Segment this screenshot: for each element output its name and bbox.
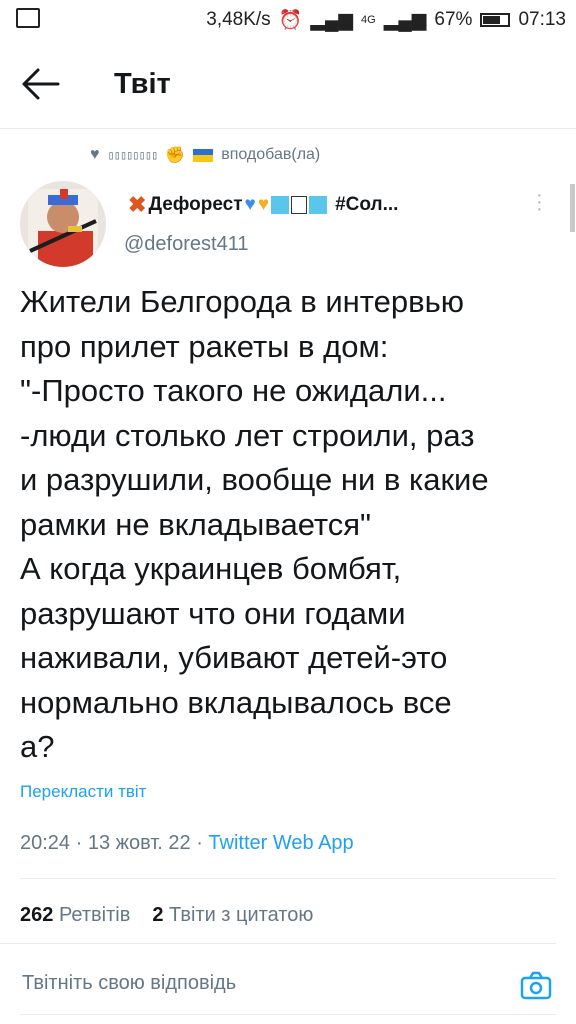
network-speed: 3,48K/s	[206, 9, 271, 30]
fist-icon: ✊	[165, 147, 186, 164]
camera-icon[interactable]	[520, 970, 552, 1002]
signal-icon: ▂▄▆	[310, 9, 354, 31]
blue-square-icon-2	[309, 196, 328, 214]
reply-input[interactable]: Твітніть свою відповідь	[22, 972, 236, 995]
back-button[interactable]	[18, 64, 62, 104]
arrow-left-icon	[22, 68, 60, 100]
retweets-stat[interactable]: 262 Ретвітів	[20, 904, 130, 927]
signal-icon-2: ▂▄▆	[383, 9, 427, 31]
reply-bar: Твітніть свою відповідь	[0, 944, 576, 1024]
author-handle[interactable]: @deforest411	[124, 233, 248, 256]
meta-separator: ·	[75, 832, 88, 854]
liker-name: ▯▯▯▯▯▯▯▯	[107, 148, 159, 162]
page-title: Твіт	[114, 68, 171, 100]
image-notification-icon	[16, 8, 40, 28]
divider	[20, 878, 556, 879]
meta-separator: ·	[196, 832, 209, 854]
ukraine-flag-icon	[193, 148, 214, 162]
heart-icon: ♥	[90, 146, 100, 163]
quotes-label: Твіти з цитатою	[169, 904, 314, 926]
retweets-label: Ретвітів	[58, 904, 131, 926]
author-name: Дефорест	[148, 194, 243, 215]
author-display-name[interactable]: ✖ Дефорест ♥ ♥ #Сол...	[128, 192, 398, 218]
missing-glyph-icon	[291, 196, 308, 214]
yellow-heart-icon: ♥	[257, 194, 270, 215]
tweet-time: 20:24	[20, 832, 71, 854]
retweets-count: 262	[20, 904, 54, 926]
avatar-image	[20, 181, 106, 267]
quotes-count: 2	[152, 904, 164, 926]
status-bar: 3,48K/s ⏰ ▂▄▆ 4G ▂▄▆ 67% 07:13	[0, 0, 576, 38]
more-options-icon[interactable]: · · ·	[536, 185, 543, 219]
tweet-meta: 20:24 · 13 жовт. 22 · Twitter Web App	[20, 832, 354, 855]
tweet-date: 13 жовт. 22	[87, 832, 191, 854]
liked-suffix: вподобав(ла)	[221, 146, 321, 163]
app-header: Твіт	[0, 40, 576, 129]
battery-percent: 67%	[434, 9, 473, 30]
reply-underline	[20, 1014, 556, 1015]
scrollbar[interactable]	[570, 184, 575, 232]
quotes-stat[interactable]: 2 Твіти з цитатою	[152, 904, 313, 927]
cross-mark-icon: ✖	[128, 192, 147, 217]
author-name-suffix: #Сол...	[335, 194, 399, 215]
status-right: 3,48K/s ⏰ ▂▄▆ 4G ▂▄▆ 67% 07:13	[206, 8, 566, 32]
battery-icon	[480, 13, 511, 27]
blue-heart-icon: ♥	[244, 194, 256, 215]
avatar[interactable]	[20, 181, 106, 267]
network-type: 4G	[361, 14, 376, 26]
clock: 07:13	[518, 9, 566, 30]
alarm-icon: ⏰	[278, 10, 303, 31]
translate-tweet-link[interactable]: Перекласти твіт	[20, 782, 146, 802]
liked-by-line[interactable]: ♥ ▯▯▯▯▯▯▯▯ ✊ вподобав(ла)	[90, 145, 320, 165]
blue-square-icon	[271, 196, 290, 214]
tweet-text: Жители Белгорода в интервью про прилет р…	[20, 284, 489, 764]
tweet-source-link[interactable]: Twitter Web App	[208, 832, 353, 854]
tweet-stats: 262 Ретвітів 2 Твіти з цитатою	[20, 904, 313, 927]
